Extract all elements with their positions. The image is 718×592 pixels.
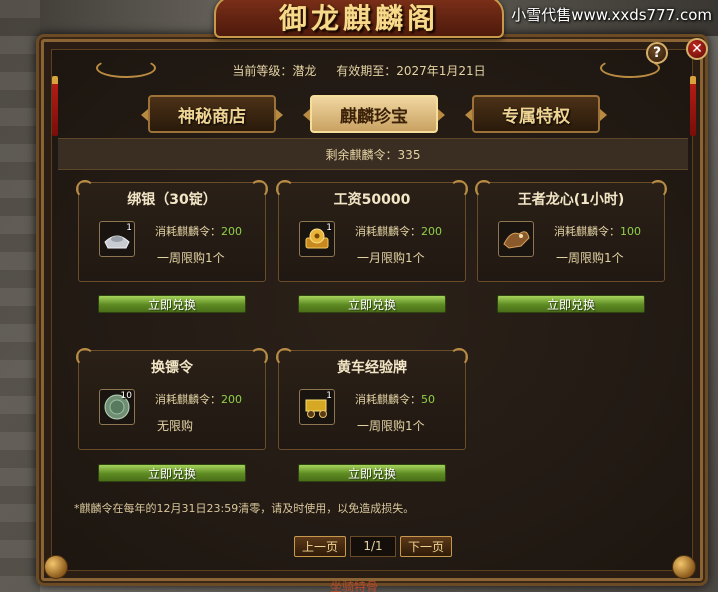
game-scene-left bbox=[0, 0, 40, 592]
item-cost: 消耗麒麟令：50 bbox=[355, 391, 435, 407]
reset-notice: *麒麟令在每年的12月31日23:59清零，请及时使用，以免造成损失。 bbox=[74, 502, 415, 515]
cost-value: 200 bbox=[221, 225, 242, 238]
item-title: 王者龙心(1小时) bbox=[517, 192, 625, 208]
redeem-button[interactable]: 立即兑换 bbox=[298, 464, 446, 482]
pagination: 上一页 1/1 下一页 bbox=[294, 535, 452, 557]
item-title: 绑银（30锭） bbox=[127, 192, 217, 208]
item-cost: 消耗麒麟令：200 bbox=[355, 223, 442, 239]
tab-bar: 神秘商店 麒麟珍宝 专属特权 bbox=[141, 95, 607, 133]
cost-value: 200 bbox=[421, 225, 442, 238]
item-title: 工资50000 bbox=[333, 192, 411, 208]
question-mark-icon: ? bbox=[652, 45, 662, 61]
escort-token-icon[interactable]: 10 bbox=[99, 389, 135, 425]
item-card: 王者龙心(1小时) 消耗麒麟令：100 一周限购1个 bbox=[475, 180, 667, 282]
item-card: 黄车经验牌 1 消耗麒麟令：50 一周限购1个 bbox=[276, 348, 468, 450]
tab-label: 麒麟珍宝 bbox=[340, 106, 408, 127]
page-indicator: 1/1 bbox=[350, 535, 396, 557]
cost-label: 消耗麒麟令： bbox=[355, 225, 421, 238]
right-tassel bbox=[690, 76, 696, 136]
cost-value: 50 bbox=[421, 393, 435, 406]
corner-ornament-bottom-left bbox=[44, 555, 68, 579]
remaining-tokens-bar: 剩余麒麟令：335 bbox=[58, 138, 688, 170]
purchase-limit: 一周限购1个 bbox=[357, 419, 425, 433]
item-count: 1 bbox=[326, 391, 332, 401]
cost-label: 消耗麒麟令： bbox=[355, 393, 421, 406]
cost-label: 消耗麒麟令： bbox=[155, 225, 221, 238]
tab-exclusive-privilege[interactable]: 专属特权 bbox=[465, 95, 607, 133]
left-tassel bbox=[52, 76, 58, 136]
redeem-button[interactable]: 立即兑换 bbox=[98, 464, 246, 482]
remaining-tokens: 剩余麒麟令：335 bbox=[325, 147, 421, 162]
item-card: 换镖令 10 消耗麒麟令：200 无限购 bbox=[76, 348, 268, 450]
cost-label: 消耗麒麟令： bbox=[155, 393, 221, 406]
purchase-limit: 一周限购1个 bbox=[157, 251, 225, 265]
cost-value: 100 bbox=[620, 225, 641, 238]
item-cost: 消耗麒麟令：200 bbox=[155, 223, 242, 239]
item-count: 1 bbox=[126, 223, 132, 233]
corner-ornament-bottom-right bbox=[672, 555, 696, 579]
item-card: 工资50000 1 消耗麒麟令：200 一月限购1个 bbox=[276, 180, 468, 282]
item-cost: 消耗麒麟令：200 bbox=[155, 391, 242, 407]
prev-page-button[interactable]: 上一页 bbox=[294, 535, 346, 557]
tab-label: 专属特权 bbox=[502, 106, 570, 127]
purchase-limit: 无限购 bbox=[157, 419, 194, 433]
tab-label: 神秘商店 bbox=[178, 106, 246, 127]
window-title-plate: 御龙麒麟阁 bbox=[214, 0, 504, 38]
close-button[interactable]: ✕ bbox=[686, 38, 708, 60]
watermark: 小雪代售www.xxds777.com bbox=[511, 6, 712, 24]
tab-mystery-shop[interactable]: 神秘商店 bbox=[141, 95, 283, 133]
silver-ingot-icon[interactable]: 1 bbox=[99, 221, 135, 257]
redeem-button[interactable]: 立即兑换 bbox=[98, 295, 246, 313]
next-page-button[interactable]: 下一页 bbox=[400, 535, 452, 557]
item-title: 黄车经验牌 bbox=[337, 360, 407, 376]
window-title: 御龙麒麟阁 bbox=[278, 2, 439, 35]
purchase-limit: 一周限购1个 bbox=[556, 251, 624, 265]
dragon-heart-icon[interactable] bbox=[498, 221, 534, 257]
item-count: 10 bbox=[120, 391, 132, 401]
yellow-cart-icon[interactable]: 1 bbox=[299, 389, 335, 425]
close-icon: ✕ bbox=[691, 41, 703, 57]
status-line: 当前等级：潜龙 有效期至：2027年1月21日 bbox=[0, 62, 718, 79]
redeem-button[interactable]: 立即兑换 bbox=[298, 295, 446, 313]
current-level: 当前等级：潜龙 bbox=[232, 64, 317, 78]
cost-label: 消耗麒麟令： bbox=[554, 225, 620, 238]
item-cost: 消耗麒麟令：100 bbox=[554, 223, 641, 239]
gold-coin-pouch-icon[interactable]: 1 bbox=[299, 221, 335, 257]
redeem-button[interactable]: 立即兑换 bbox=[497, 295, 645, 313]
item-card: 绑银（30锭） 1 消耗麒麟令：200 一周限购1个 bbox=[76, 180, 268, 282]
item-title: 换镖令 bbox=[151, 360, 193, 376]
tab-qilin-treasure[interactable]: 麒麟珍宝 bbox=[303, 95, 445, 133]
purchase-limit: 一月限购1个 bbox=[357, 251, 425, 265]
help-button[interactable]: ? bbox=[646, 42, 668, 64]
item-count: 1 bbox=[326, 223, 332, 233]
background-label: 坐骑特骨 bbox=[330, 580, 379, 592]
cost-value: 200 bbox=[221, 393, 242, 406]
expiry-date: 有效期至：2027年1月21日 bbox=[336, 64, 486, 78]
